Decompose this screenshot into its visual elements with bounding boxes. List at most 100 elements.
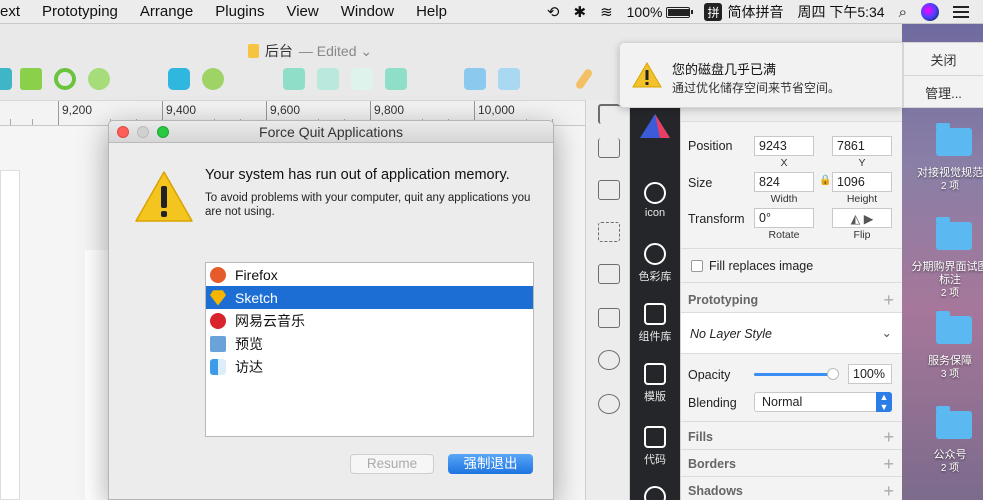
edit-tool-icon[interactable] (574, 67, 594, 91)
app-row-netease-music[interactable]: 网易云音乐 (206, 309, 533, 332)
menu-view[interactable]: View (275, 3, 329, 20)
spotlight-search-icon[interactable]: ⌕ (899, 4, 907, 21)
plugin-code-button[interactable]: 代码 (630, 426, 680, 467)
menu-plugins[interactable]: Plugins (204, 3, 275, 20)
palette-icon (644, 243, 666, 265)
measure-tool-icon[interactable] (598, 222, 620, 242)
warning-icon (632, 62, 662, 88)
width-field[interactable]: 824 (754, 172, 814, 192)
close-window-button[interactable] (117, 126, 129, 138)
add-border-icon[interactable]: + (883, 455, 894, 473)
menu-window[interactable]: Window (330, 3, 405, 20)
desktop-folder-1[interactable]: 对接视觉规范 2 项 (910, 167, 983, 193)
plugin-toolstrip (585, 100, 630, 500)
rotate-field[interactable]: 0° (754, 208, 814, 228)
input-method[interactable]: 拼 简体拼音 (704, 2, 783, 22)
subtract-tool-icon[interactable] (317, 68, 339, 90)
app-name: Sketch (235, 289, 278, 306)
blending-select[interactable]: Normal ▲ ▼ (754, 392, 892, 412)
intersect-tool-icon[interactable] (351, 68, 373, 90)
minimize-window-button[interactable] (137, 126, 149, 138)
crop-tool-icon[interactable] (598, 104, 620, 124)
notification-close-button[interactable]: 关闭 (904, 43, 983, 76)
add-prototyping-icon[interactable]: + (883, 291, 894, 309)
folder-label: 服务保障 (928, 355, 972, 367)
input-method-label: 简体拼音 (727, 4, 784, 20)
plugin-component-library-button[interactable]: 组件库 (630, 303, 680, 344)
export-tool-icon[interactable] (598, 138, 620, 158)
sketch-window-title: 后台 — Edited ⌄ (0, 40, 620, 62)
sketch-toolbar (0, 62, 630, 100)
notification-center-icon[interactable] (953, 6, 969, 18)
time-machine-icon[interactable]: ⟲ (547, 3, 560, 21)
panel-tool-icon[interactable] (598, 264, 620, 284)
firefox-icon (210, 266, 226, 283)
artboard[interactable] (0, 170, 20, 500)
opacity-field[interactable]: 100% (848, 364, 892, 384)
warning-icon (135, 171, 193, 222)
desktop-folder-4[interactable]: 公众号 2 项 (910, 449, 983, 475)
height-field[interactable]: 1096 (832, 172, 892, 192)
folder-icon[interactable] (936, 123, 972, 156)
difference-tool-icon[interactable] (385, 68, 407, 90)
symbol-tool-icon[interactable] (54, 68, 76, 90)
layer-style-selector[interactable]: No Layer Style ⌄ (681, 313, 902, 353)
shape-tool-icon[interactable] (168, 68, 190, 90)
force-quit-button[interactable]: 强制退出 (448, 454, 533, 474)
y-field[interactable]: 7861 (832, 136, 892, 156)
palette-tool-icon[interactable] (598, 350, 620, 370)
star-tool-icon[interactable] (598, 308, 620, 328)
lock-ratio-icon[interactable]: 🔒 (819, 175, 831, 186)
add-shadow-icon[interactable]: + (883, 482, 894, 500)
wifi-icon[interactable]: ≋ (600, 3, 613, 21)
layout-tool-icon[interactable] (598, 180, 620, 200)
siri-icon[interactable] (921, 3, 939, 21)
document-state[interactable]: — Edited ⌄ (299, 43, 372, 60)
fill-replaces-checkbox[interactable] (691, 260, 703, 272)
menu-edit[interactable]: ext (0, 3, 31, 20)
plugin-color-library-button[interactable]: 色彩库 (630, 243, 680, 284)
plugin-code-label: 代码 (644, 454, 666, 466)
opacity-slider-knob[interactable] (827, 368, 839, 380)
pie-chart-tool-icon[interactable] (598, 394, 620, 414)
forward-tool-icon[interactable] (464, 68, 486, 90)
app-row-preview[interactable]: 预览 (206, 332, 533, 355)
notification-manage-button[interactable]: 管理... (904, 76, 983, 109)
disk-full-notification[interactable]: 您的磁盘几乎已满 通过优化储存空间来节省空间。 (619, 42, 903, 108)
app-row-sketch[interactable]: Sketch (206, 286, 533, 309)
add-fill-icon[interactable]: + (883, 428, 894, 446)
bluetooth-icon[interactable]: ✱ (573, 3, 586, 21)
plugin-logo-icon (640, 114, 670, 138)
plugin-template-label: 模版 (644, 391, 666, 403)
zoom-window-button[interactable] (157, 126, 169, 138)
resume-button[interactable]: Resume (350, 454, 434, 474)
folder-icon[interactable] (936, 311, 972, 344)
backward-tool-icon[interactable] (498, 68, 520, 90)
desktop-folder-2[interactable]: 分期购界面试图标注 2 项 (910, 261, 983, 300)
app-row-firefox[interactable]: Firefox (206, 263, 533, 286)
menu-prototyping[interactable]: Prototyping (31, 3, 129, 20)
app-row-finder[interactable]: 访达 (206, 355, 533, 378)
app-name: Firefox (235, 266, 278, 283)
group-tool-icon[interactable] (20, 68, 42, 90)
union-tool-icon[interactable] (283, 68, 305, 90)
flip-buttons[interactable]: ◭ ▶ (832, 208, 892, 228)
plugin-upload-button[interactable] (630, 486, 680, 500)
plugin-icon-button[interactable]: icon (630, 182, 680, 219)
folder-count: 2 项 (940, 288, 960, 299)
finder-icon (210, 358, 226, 375)
menu-help[interactable]: Help (405, 3, 458, 20)
menu-arrange[interactable]: Arrange (129, 3, 204, 20)
insert-tool-icon[interactable] (0, 68, 12, 90)
position-label: Position (688, 139, 733, 153)
battery-status[interactable]: 100% (627, 4, 694, 20)
plugin-template-button[interactable]: 模版 (630, 363, 680, 404)
opacity-slider[interactable] (754, 368, 839, 380)
link-tool-icon[interactable] (83, 63, 115, 95)
mask-tool-icon[interactable] (202, 68, 224, 90)
x-field[interactable]: 9243 (754, 136, 814, 156)
clock[interactable]: 周四 下午5:34 (797, 2, 884, 22)
folder-icon[interactable] (936, 406, 972, 439)
folder-icon[interactable] (936, 217, 972, 250)
desktop-folder-3[interactable]: 服务保障 3 项 (910, 355, 983, 381)
